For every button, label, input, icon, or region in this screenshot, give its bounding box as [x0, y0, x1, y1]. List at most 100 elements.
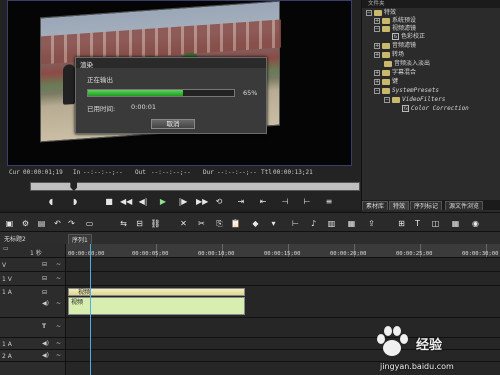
elapsed-time-value: 0:00:01 [131, 103, 157, 111]
speaker-icon[interactable]: ◀) [42, 340, 49, 347]
audio-icon[interactable]: ♪ [308, 218, 319, 229]
tree-item-transitions[interactable]: + 转场 [374, 50, 404, 59]
mark-in-icon[interactable]: ◖ [46, 197, 56, 207]
insert-icon[interactable]: ⇥ [236, 197, 246, 207]
folder-icon [382, 69, 390, 76]
track-lock-icon[interactable]: ⊟ [42, 261, 47, 268]
snap-icon[interactable]: ⊟ [134, 218, 145, 229]
save-icon[interactable]: ▤ [36, 218, 47, 229]
split-icon[interactable]: ⊢ [302, 197, 312, 207]
tree-item-keys[interactable]: + 键 [374, 77, 398, 86]
track-visibility-icon[interactable]: ⊟ [42, 289, 47, 296]
watermark-url: jingyan.baidu.com [380, 362, 454, 371]
capture-icon[interactable]: ▦ [450, 218, 461, 229]
redo-icon[interactable]: ↷ [66, 218, 77, 229]
tree-item-color-correction-en[interactable]: fx Color Correction [402, 104, 469, 113]
tree-item-audio-fade[interactable]: 音频淡入淡出 [384, 59, 430, 68]
rewind-icon[interactable]: ◀◀ [120, 197, 132, 207]
scrub-bar[interactable] [30, 182, 360, 191]
expand-icon[interactable]: + [374, 17, 380, 24]
delete-icon[interactable]: ✕ [178, 218, 189, 229]
collapse-icon[interactable]: − [384, 96, 390, 103]
render-progress-bar [87, 89, 235, 97]
folder-icon [382, 42, 390, 49]
player-panel: 渲染 正在输出 65% 已用时间: 0:00:01 取消 Cur 00:00:0… [0, 0, 362, 210]
overwrite-icon[interactable]: ⇤ [258, 197, 268, 207]
undo-icon[interactable]: ↶ [52, 218, 63, 229]
ttl-label: Ttl [261, 169, 272, 176]
mixer-icon[interactable]: ◫ [430, 218, 441, 229]
effects-panel: 文件夹 − 特效 + 系统预设 − 视频滤镜 fx 色彩校正 + 音频滤镜 + 转场 音频淡… [362, 0, 500, 212]
effects-panel-tabs: 素材库 特效 序列标记 源文件浏览 [362, 200, 500, 210]
play-icon[interactable]: ▶ [158, 197, 168, 207]
speaker-icon[interactable]: ◀) [42, 352, 49, 359]
edit-mode-icon[interactable]: ▭ [84, 218, 95, 229]
collapse-icon[interactable]: − [374, 25, 380, 32]
track-toggle-icon[interactable]: ~ [56, 340, 61, 347]
export-icon[interactable]: ⇪ [366, 218, 377, 229]
burn-icon[interactable]: ◉ [470, 218, 481, 229]
title-track-icon[interactable]: T [42, 323, 46, 330]
scrub-handle[interactable] [70, 182, 78, 191]
copy-icon[interactable]: ⎘ [214, 218, 225, 229]
render-icon[interactable]: ▥ [326, 218, 337, 229]
speaker-icon[interactable]: ◀) [42, 300, 49, 307]
grid-icon[interactable]: ⊞ [396, 218, 407, 229]
settings-icon[interactable]: ⚙ [20, 218, 31, 229]
paste-icon[interactable]: 📋 [230, 218, 241, 229]
folder-icon [382, 17, 390, 24]
track-toggle-icon[interactable]: ~ [56, 275, 61, 282]
loop-icon[interactable]: ⟲ [214, 197, 224, 207]
ttl-timecode: 00:00:13;21 [273, 169, 313, 176]
playhead[interactable] [90, 244, 91, 375]
paw-logo-icon [377, 326, 408, 356]
tree-item-color-correction[interactable]: fx 色彩校正 [392, 32, 425, 41]
tree-item-system-presets-en[interactable]: − SystemPresets [374, 86, 439, 95]
tab-effects[interactable]: 特效 [389, 201, 410, 210]
collapse-icon[interactable]: − [366, 9, 372, 16]
mode-icon[interactable]: ▣ [4, 218, 15, 229]
tree-item-audio-filters[interactable]: + 音频滤镜 [374, 41, 416, 50]
step-forward-icon[interactable]: |▶ [178, 197, 188, 207]
baidu-watermark: 经验 jingyan.baidu.com [372, 322, 496, 372]
track-toggle-icon[interactable]: ~ [56, 323, 61, 330]
expand-icon[interactable]: + [374, 42, 380, 49]
track-label: 1 A [2, 341, 12, 348]
title-icon[interactable]: T [412, 218, 423, 229]
mark-out-icon[interactable]: ◗ [70, 197, 80, 207]
tab-sequence-markers[interactable]: 序列标记 [410, 201, 443, 210]
link-icon[interactable]: ⛓ [150, 218, 161, 229]
audio-clip[interactable]: 视频 [68, 297, 245, 315]
cancel-button[interactable]: 取消 [151, 119, 195, 129]
fast-forward-icon[interactable]: ▶▶ [196, 197, 208, 207]
split-clip-icon[interactable]: ⊢ [290, 218, 301, 229]
track-toggle-icon[interactable]: ~ [56, 261, 61, 268]
track-lock-icon[interactable]: ⊟ [42, 275, 47, 282]
collapse-icon[interactable]: − [374, 87, 380, 94]
cut-icon[interactable]: ✂ [196, 218, 207, 229]
track-toggle-icon[interactable]: ~ [56, 300, 61, 307]
timeline-header: 无标题2 序列1 [0, 232, 500, 245]
trim-icon[interactable]: ⊣ [280, 197, 290, 207]
menu-icon[interactable]: ≡ [324, 197, 334, 207]
folder-icon [382, 78, 390, 85]
tree-item-video-filters-en[interactable]: − VideoFilters [384, 95, 445, 104]
filter-icon[interactable]: ▦ [346, 218, 357, 229]
tab-source-browser[interactable]: 源文件浏览 [445, 201, 484, 210]
expand-icon[interactable]: + [374, 78, 380, 85]
track-toggle-icon[interactable]: ~ [56, 352, 61, 359]
add-marker-icon[interactable]: ▾ [268, 218, 279, 229]
folder-icon [392, 96, 400, 103]
tree-item-title-mix[interactable]: + 字幕混合 [374, 68, 416, 77]
stop-icon[interactable]: ■ [104, 197, 114, 207]
track-row-2: 1 V ⊟ ~ [0, 272, 500, 286]
step-back-icon[interactable]: ◀| [138, 197, 148, 207]
ripple-icon[interactable]: ⇆ [118, 218, 129, 229]
scale-icon[interactable]: ▭ [3, 245, 9, 252]
expand-icon[interactable]: + [374, 51, 380, 58]
render-progress-percent: 65% [243, 89, 258, 97]
tab-asset-bin[interactable]: 素材库 [362, 201, 389, 210]
expand-icon[interactable]: + [374, 69, 380, 76]
marker-icon[interactable]: ◆ [250, 218, 261, 229]
video-clip[interactable]: 视频 [68, 288, 245, 296]
